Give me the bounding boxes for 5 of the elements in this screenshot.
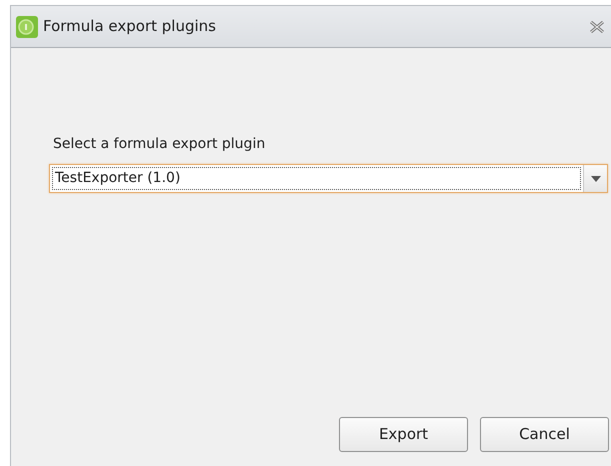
field-label: Select a formula export plugin <box>53 135 266 154</box>
window-title: Formula export plugins <box>43 16 216 38</box>
export-button[interactable]: Export <box>339 417 468 452</box>
plugin-dropdown[interactable]: TestExporter (1.0) <box>49 164 608 193</box>
cancel-button[interactable]: Cancel <box>480 417 609 452</box>
